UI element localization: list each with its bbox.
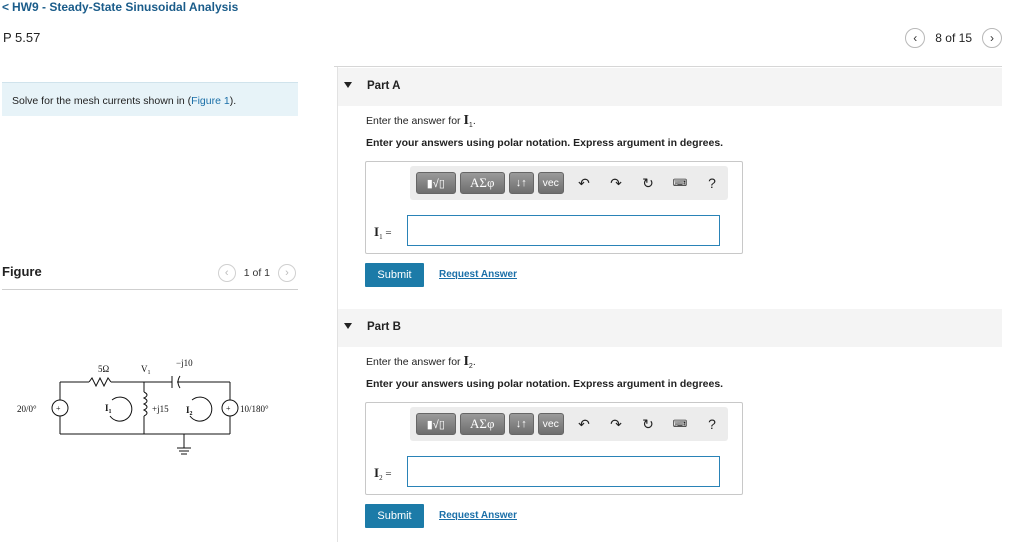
answer-label: I2 = xyxy=(374,465,392,483)
submit-button-b[interactable]: Submit xyxy=(365,504,424,528)
svg-text:−j10: −j10 xyxy=(176,358,193,368)
math-toolbar: ▮√▯ ΑΣφ ↓↑ vec ↶ ↷ ↻ ⌨ ? xyxy=(410,166,728,200)
svg-text:+j15: +j15 xyxy=(152,404,169,414)
greek-button[interactable]: ΑΣφ xyxy=(459,413,505,435)
sort-button[interactable]: ↓↑ xyxy=(508,172,534,194)
templates-button[interactable]: ▮√▯ xyxy=(416,413,456,435)
reset-icon[interactable]: ↻ xyxy=(632,416,664,433)
collapse-triangle-icon xyxy=(344,323,352,329)
math-toolbar: ▮√▯ ΑΣφ ↓↑ vec ↶ ↷ ↻ ⌨ ? xyxy=(410,407,728,441)
svg-text:V1: V1 xyxy=(141,364,151,376)
figure-label: Figure xyxy=(2,264,42,279)
figure-link[interactable]: Figure 1 xyxy=(191,95,230,107)
part-b-enter-text: Enter the answer for I2. xyxy=(366,354,476,371)
chevron-right-icon: › xyxy=(285,267,289,279)
part-b-header[interactable]: Part B xyxy=(338,309,1002,347)
pager-text: 8 of 15 xyxy=(935,31,972,45)
redo-icon[interactable]: ↷ xyxy=(600,416,632,433)
part-b-instruction: Enter your answers using polar notation.… xyxy=(366,378,724,390)
prev-figure-button[interactable]: ‹ xyxy=(217,264,236,282)
part-a-enter-text: Enter the answer for I1. xyxy=(366,113,476,130)
vec-button[interactable]: vec xyxy=(537,172,564,194)
templates-icon: ▮√▯ xyxy=(426,177,445,190)
part-a-answer-box: ▮√▯ ΑΣφ ↓↑ vec ↶ ↷ ↻ ⌨ ? I1 = xyxy=(365,161,743,254)
svg-text:20/0°: 20/0° xyxy=(17,404,37,414)
answer-input-i2[interactable] xyxy=(407,456,720,487)
svg-text:I2: I2 xyxy=(186,405,193,417)
chevron-left-icon: ‹ xyxy=(224,267,229,279)
keyboard-icon[interactable]: ⌨ xyxy=(664,419,696,430)
templates-button[interactable]: ▮√▯ xyxy=(416,172,456,194)
request-answer-link-b[interactable]: Request Answer xyxy=(439,510,517,521)
help-icon[interactable]: ? xyxy=(696,416,728,432)
keyboard-icon[interactable]: ⌨ xyxy=(664,178,696,189)
greek-button[interactable]: ΑΣφ xyxy=(459,172,505,194)
figure-header: Figure ‹ 1 of 1 › xyxy=(2,262,298,290)
assignment-title: HW9 - Steady-State Sinusoidal Analysis xyxy=(12,0,239,14)
problem-prompt: Solve for the mesh currents shown in (Fi… xyxy=(2,82,298,116)
help-icon[interactable]: ? xyxy=(696,175,728,191)
svg-text:10/180°: 10/180° xyxy=(240,404,269,414)
prev-problem-button[interactable]: ‹ xyxy=(905,28,926,48)
part-b-answer-box: ▮√▯ ΑΣφ ↓↑ vec ↶ ↷ ↻ ⌨ ? I2 = xyxy=(365,402,743,495)
part-a-title: Part A xyxy=(367,80,401,92)
reset-icon[interactable]: ↻ xyxy=(632,175,664,192)
chevron-left-icon: < xyxy=(2,0,10,14)
problem-title: P 5.57 xyxy=(3,30,41,45)
part-a-header[interactable]: Part A xyxy=(338,68,1002,106)
request-answer-link-a[interactable]: Request Answer xyxy=(439,269,517,280)
circuit-diagram: + + 5Ω V1 −j10 +j15 20/0° 10/180° I1 I2 xyxy=(17,358,269,455)
templates-icon: ▮√▯ xyxy=(426,418,445,431)
figure-pager: ‹ 1 of 1 › xyxy=(217,264,296,282)
problem-pager: ‹ 8 of 15 › xyxy=(905,28,1002,48)
redo-icon[interactable]: ↷ xyxy=(600,175,632,192)
figure-pager-text: 1 of 1 xyxy=(243,267,270,279)
next-problem-button[interactable]: › xyxy=(982,28,1002,48)
submit-button-a[interactable]: Submit xyxy=(365,263,424,287)
svg-text:+: + xyxy=(56,404,61,413)
collapse-triangle-icon xyxy=(344,82,352,88)
back-link[interactable]: < HW9 - Steady-State Sinusoidal Analysis xyxy=(2,0,238,14)
svg-text:I1: I1 xyxy=(105,403,112,415)
column-divider xyxy=(337,67,338,542)
part-b-title: Part B xyxy=(367,321,401,333)
answer-label: I1 = xyxy=(374,224,392,242)
svg-text:5Ω: 5Ω xyxy=(98,364,110,374)
chevron-right-icon: › xyxy=(990,31,994,45)
svg-text:+: + xyxy=(226,404,231,413)
divider xyxy=(334,66,1002,67)
undo-icon[interactable]: ↶ xyxy=(568,175,600,192)
answer-input-i1[interactable] xyxy=(407,215,720,246)
chevron-left-icon: ‹ xyxy=(913,31,918,45)
next-figure-button[interactable]: › xyxy=(278,264,296,282)
part-a-instruction: Enter your answers using polar notation.… xyxy=(366,137,724,149)
sort-button[interactable]: ↓↑ xyxy=(508,413,534,435)
undo-icon[interactable]: ↶ xyxy=(568,416,600,433)
vec-button[interactable]: vec xyxy=(537,413,564,435)
